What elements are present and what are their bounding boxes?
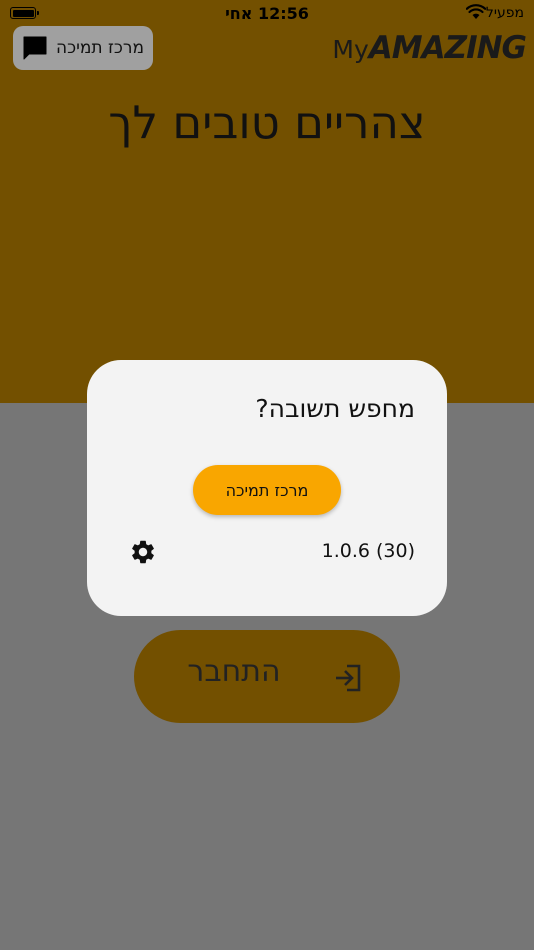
chat-icon — [23, 36, 47, 60]
carrier-label: מפעיל — [485, 5, 524, 21]
brand-logo: My AMAZING — [332, 30, 527, 66]
support-chip-label: מרכז תמיכה — [55, 38, 145, 58]
wifi-icon — [466, 4, 486, 19]
login-icon — [336, 664, 361, 692]
status-bar: 12:56 אחי מפעיל — [0, 0, 534, 28]
support-center-chip[interactable]: מרכז תמיכה — [13, 26, 153, 70]
login-label: התחבר — [187, 654, 281, 689]
gear-icon[interactable] — [129, 538, 157, 566]
support-center-button[interactable]: מרכז תמיכה — [193, 465, 341, 515]
version-label: 1.0.6 (30) — [321, 540, 415, 562]
status-time: 12:56 אחי — [225, 4, 309, 23]
help-dialog: מחפש תשובה? מרכז תמיכה 1.0.6 (30) — [87, 360, 447, 616]
dialog-title: מחפש תשובה? — [255, 394, 415, 423]
greeting-title: צהריים טובים לך — [108, 96, 426, 149]
brand-prefix: My — [332, 35, 369, 64]
brand-name: AMAZING — [368, 30, 527, 66]
